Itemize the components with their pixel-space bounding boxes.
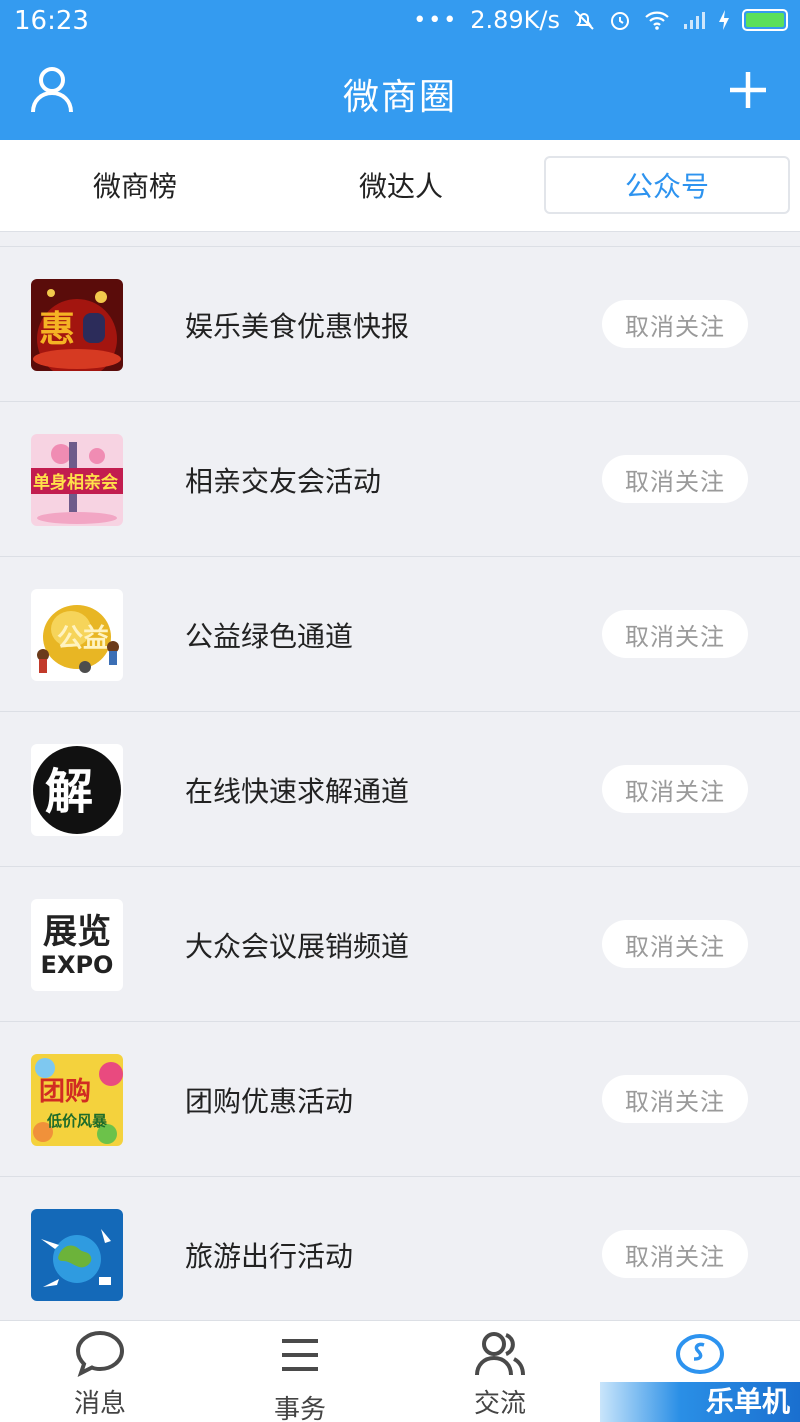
charity-icon: 公益: [31, 589, 123, 681]
plus-icon[interactable]: [726, 66, 770, 114]
network-speed: 2.89K/s: [470, 6, 560, 34]
unfollow-button[interactable]: 取消关注: [602, 455, 748, 503]
tab-public-accounts[interactable]: 公众号: [544, 156, 790, 214]
list-item[interactable]: 惠 娱乐美食优惠快报 取消关注: [0, 246, 800, 401]
nav-label: 事务: [273, 1395, 326, 1422]
watermark-logo: 乐单机: [600, 1382, 800, 1422]
unfollow-button[interactable]: 取消关注: [602, 920, 748, 968]
nav-exchange[interactable]: 交流: [400, 1321, 600, 1422]
jie-solve-icon: 解: [31, 744, 123, 836]
svg-text:惠: 惠: [39, 309, 75, 350]
svg-text:公益: 公益: [57, 624, 109, 654]
list-lines-icon: [274, 1329, 326, 1379]
list-item[interactable]: 旅游出行活动 取消关注: [0, 1176, 800, 1331]
unfollow-button[interactable]: 取消关注: [602, 765, 748, 813]
tab-bar: 微商榜 微达人 公众号: [0, 140, 800, 232]
people-icon: [474, 1329, 526, 1379]
dating-party-icon: 单身相亲会: [31, 434, 123, 526]
more-dots-icon: •••: [413, 7, 459, 33]
expo-icon: 展览 EXPO: [31, 899, 123, 991]
svg-text:EXPO: EXPO: [41, 951, 114, 979]
nav-label: 消息: [73, 1389, 126, 1419]
list-item[interactable]: 解 在线快速求解通道 取消关注: [0, 711, 800, 866]
nav-affairs[interactable]: 事务: [200, 1321, 400, 1422]
status-bar: 16:23 ••• 2.89K/s: [0, 0, 800, 44]
chat-bubble-icon: [74, 1329, 126, 1379]
signal-icon: [682, 9, 706, 31]
tab-weishang-rank[interactable]: 微商榜: [10, 156, 260, 214]
nav-label: 交流: [473, 1389, 526, 1419]
account-name: 相亲交友会活动: [185, 465, 382, 498]
list-item[interactable]: 公益 公益绿色通道 取消关注: [0, 556, 800, 711]
list-item[interactable]: 展览 EXPO 大众会议展销频道 取消关注: [0, 866, 800, 1021]
account-name: 公益绿色通道: [185, 620, 354, 653]
account-name: 团购优惠活动: [185, 1085, 354, 1118]
svg-text:展览: 展览: [43, 912, 111, 952]
header-bar: 微商圈: [0, 44, 800, 140]
account-name: 在线快速求解通道: [185, 775, 410, 808]
wifi-icon: [644, 9, 670, 31]
account-name: 大众会议展销频道: [185, 930, 410, 963]
promo-hui-icon: 惠: [31, 279, 123, 371]
charging-icon: [718, 9, 730, 31]
unfollow-button[interactable]: 取消关注: [602, 300, 748, 348]
group-buy-icon: 团购 低价风暴: [31, 1054, 123, 1146]
battery-icon: [742, 9, 788, 31]
account-list: 惠 娱乐美食优惠快报 取消关注 单身相亲会 相亲交友会活动 取消关注 公益 公益…: [0, 246, 800, 1331]
tab-weidaren[interactable]: 微达人: [276, 156, 526, 214]
unfollow-button[interactable]: 取消关注: [602, 1075, 748, 1123]
mute-icon: [572, 8, 596, 32]
account-name: 旅游出行活动: [185, 1240, 354, 1273]
page-title: 微商圈: [342, 77, 457, 118]
svg-text:解: 解: [45, 764, 93, 820]
unfollow-button[interactable]: 取消关注: [602, 610, 748, 658]
list-item[interactable]: 团购 低价风暴 团购优惠活动 取消关注: [0, 1021, 800, 1176]
status-time: 16:23: [14, 6, 89, 36]
svg-text:单身相亲会: 单身相亲会: [33, 472, 118, 493]
svg-text:低价风暴: 低价风暴: [46, 1112, 108, 1130]
nav-messages[interactable]: 消息: [0, 1321, 200, 1422]
alarm-icon: [608, 8, 632, 32]
svg-text:团购: 团购: [39, 1077, 91, 1107]
list-item[interactable]: 单身相亲会 相亲交友会活动 取消关注: [0, 401, 800, 556]
travel-globe-icon: [31, 1209, 123, 1301]
status-indicators: ••• 2.89K/s: [413, 6, 788, 34]
weishang-icon: [674, 1329, 726, 1379]
account-name: 娱乐美食优惠快报: [185, 310, 410, 343]
unfollow-button[interactable]: 取消关注: [602, 1230, 748, 1278]
